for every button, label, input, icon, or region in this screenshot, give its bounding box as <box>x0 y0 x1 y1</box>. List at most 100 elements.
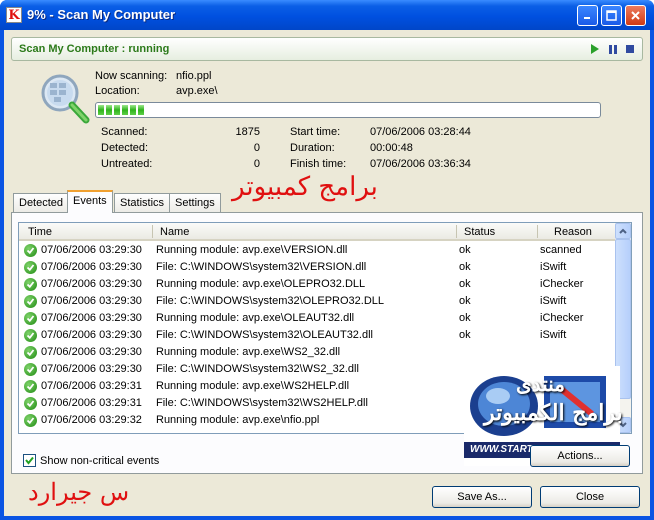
cell-status: ok <box>459 295 471 307</box>
cell-time: 07/06/2006 03:29:30 <box>41 329 142 341</box>
chevron-up-icon <box>619 228 627 234</box>
cell-time: 07/06/2006 03:29:31 <box>41 397 142 409</box>
cell-name: Running module: avp.exe\WS2_32.dll <box>156 346 341 358</box>
cell-name: File: C:\WINDOWS\system32\WS2_32.dll <box>156 363 359 375</box>
ok-check-icon <box>24 261 37 274</box>
cell-name: Running module: avp.exe\nfio.ppl <box>156 414 320 426</box>
ok-check-icon <box>24 244 37 257</box>
ok-check-icon <box>24 278 37 291</box>
table-row[interactable]: 07/06/2006 03:29:30 File: C:\WINDOWS\syst… <box>19 327 617 344</box>
ok-check-icon <box>24 380 37 393</box>
column-divider[interactable] <box>456 225 457 238</box>
now-scanning-label: Now scanning: <box>95 70 168 82</box>
cell-name: File: C:\WINDOWS\system32\WS2HELP.dll <box>156 397 368 409</box>
pause-button[interactable] <box>606 42 620 56</box>
progress-segment <box>130 105 136 115</box>
cell-time: 07/06/2006 03:29:30 <box>41 346 142 358</box>
close-window-button[interactable] <box>625 5 646 26</box>
maximize-button[interactable] <box>601 5 622 26</box>
ok-check-icon <box>24 346 37 359</box>
column-name[interactable]: Name <box>160 226 189 238</box>
cell-time: 07/06/2006 03:29:30 <box>41 278 142 290</box>
ok-check-icon <box>24 312 37 325</box>
table-row[interactable]: 07/06/2006 03:29:30 Running module: avp.e… <box>19 344 617 361</box>
save-as-button[interactable]: Save As... <box>432 486 532 508</box>
cell-status: ok <box>459 312 471 324</box>
cell-time: 07/06/2006 03:29:30 <box>41 244 142 256</box>
table-row[interactable]: 07/06/2006 03:29:30 Running module: avp.e… <box>19 242 617 259</box>
play-button[interactable] <box>588 42 602 56</box>
cell-name: File: C:\WINDOWS\system32\VERSION.dll <box>156 261 367 273</box>
cell-time: 07/06/2006 03:29:30 <box>41 261 142 273</box>
column-time[interactable]: Time <box>28 226 52 238</box>
play-icon <box>591 44 599 54</box>
pause-icon <box>609 44 617 54</box>
table-header: Time Name Status Reason <box>19 223 617 241</box>
maximize-icon <box>606 10 617 21</box>
window-title: 9% - Scan My Computer <box>27 7 176 22</box>
stop-icon <box>626 45 634 53</box>
location-label: Location: <box>95 85 140 97</box>
arabic-signature: س جيرارد <box>28 478 130 506</box>
magnifier-scan-icon <box>41 74 90 124</box>
close-button[interactable]: Close <box>540 486 640 508</box>
ok-check-icon <box>24 295 37 308</box>
now-scanning-value: nfio.ppl <box>176 70 212 82</box>
kaspersky-icon: K <box>6 7 22 23</box>
cell-reason: iChecker <box>540 278 584 290</box>
table-row[interactable]: 07/06/2006 03:29:30 Running module: avp.e… <box>19 276 617 293</box>
cell-reason: iSwift <box>540 261 567 273</box>
tab-events[interactable]: Events <box>67 190 113 213</box>
table-row[interactable]: 07/06/2006 03:29:30 File: C:\WINDOWS\syst… <box>19 293 617 310</box>
scan-status-text: Scan My Computer : running <box>19 43 170 55</box>
client-area: Scan My Computer : running Now scanning:… <box>4 30 650 516</box>
scan-progress-bar <box>95 102 601 118</box>
logo-line-1: منتدى <box>516 372 565 396</box>
duration-label: Duration: <box>290 142 335 154</box>
minimize-icon <box>584 17 590 19</box>
show-noncritical-checkbox[interactable] <box>23 454 36 467</box>
tab-detected[interactable]: Detected <box>13 193 70 212</box>
start-time-value: 07/06/2006 03:28:44 <box>370 126 471 138</box>
checkmark-icon <box>25 456 34 465</box>
minimize-button[interactable] <box>577 5 598 26</box>
progress-segment <box>122 105 128 115</box>
table-row[interactable]: 07/06/2006 03:29:30 Running module: avp.e… <box>19 310 617 327</box>
cell-reason: iSwift <box>540 329 567 341</box>
progress-segment <box>138 105 144 115</box>
column-status[interactable]: Status <box>464 226 495 238</box>
start-time-label: Start time: <box>290 126 341 138</box>
logo-line-2: برامج الكمبيوتر <box>484 400 623 426</box>
tab-settings[interactable]: Settings <box>169 193 221 212</box>
progress-segment <box>114 105 120 115</box>
cell-name: File: C:\WINDOWS\system32\OLEPRO32.DLL <box>156 295 384 307</box>
ok-check-icon <box>24 397 37 410</box>
scroll-up-button[interactable] <box>615 223 631 239</box>
column-reason[interactable]: Reason <box>554 226 592 238</box>
cell-time: 07/06/2006 03:29:32 <box>41 414 142 426</box>
untreated-label: Untreated: <box>101 158 153 170</box>
cell-reason: iSwift <box>540 295 567 307</box>
title-bar[interactable]: K 9% - Scan My Computer <box>0 0 654 30</box>
column-divider[interactable] <box>537 225 538 238</box>
untreated-value: 0 <box>253 158 260 170</box>
cell-status: ok <box>459 278 471 290</box>
progress-segment <box>98 105 104 115</box>
status-bar: Scan My Computer : running <box>11 37 643 61</box>
actions-button[interactable]: Actions... <box>530 445 630 467</box>
cell-reason: scanned <box>540 244 582 256</box>
cell-name: File: C:\WINDOWS\system32\OLEAUT32.dll <box>156 329 373 341</box>
duration-value: 00:00:48 <box>370 142 413 154</box>
column-divider[interactable] <box>152 225 153 238</box>
location-value: avp.exe\ <box>176 85 218 97</box>
cell-time: 07/06/2006 03:29:30 <box>41 363 142 375</box>
cell-reason: iChecker <box>540 312 584 324</box>
scanned-value: 1875 <box>235 126 260 138</box>
cell-name: Running module: avp.exe\OLEAUT32.dll <box>156 312 355 324</box>
tab-statistics[interactable]: Statistics <box>114 193 171 212</box>
detected-value: 0 <box>253 142 260 154</box>
ok-check-icon <box>24 363 37 376</box>
stop-button[interactable] <box>623 42 637 56</box>
table-row[interactable]: 07/06/2006 03:29:30 File: C:\WINDOWS\syst… <box>19 259 617 276</box>
show-noncritical-label[interactable]: Show non-critical events <box>40 455 159 467</box>
